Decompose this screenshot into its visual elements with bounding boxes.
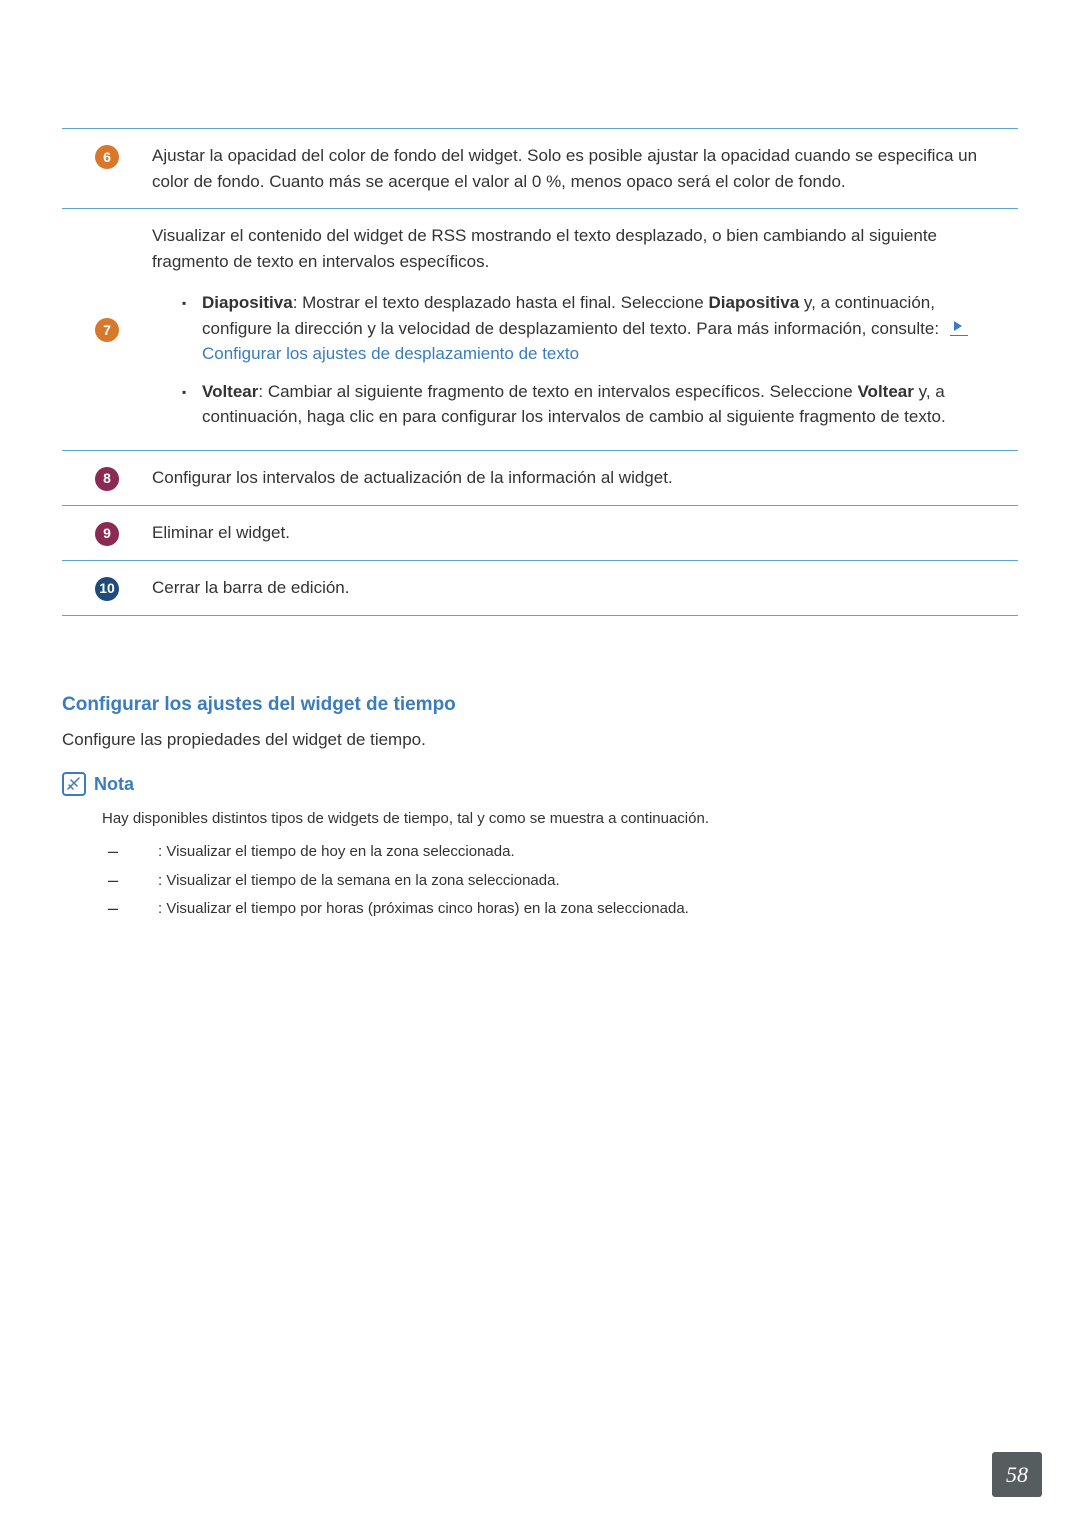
num-cell: 10	[62, 575, 152, 601]
sub-list: ▪ Diapositiva: Mostrar el texto desplaza…	[152, 284, 1008, 436]
sub-text: Voltear: Cambiar al siguiente fragmento …	[202, 379, 1008, 430]
note-body: Hay disponibles distintos tipos de widge…	[62, 808, 1018, 924]
note-intro: Hay disponibles distintos tipos de widge…	[102, 808, 1018, 831]
sub-bold: Diapositiva	[202, 293, 293, 312]
note-label: Nota	[94, 771, 134, 798]
list-item: – : Visualizar el tiempo de hoy en la zo…	[102, 838, 1018, 867]
sub-bold: Diapositiva	[709, 293, 800, 312]
dash-icon: –	[102, 870, 158, 893]
dash-icon: –	[102, 898, 158, 921]
link-text[interactable]: Configurar los ajustes de desplazamiento…	[202, 344, 579, 363]
table-row: 9 Eliminar el widget.	[62, 506, 1018, 561]
num-cell: 6	[62, 143, 152, 169]
num-cell: 9	[62, 520, 152, 546]
dash-icon: –	[102, 841, 158, 864]
list-item: – : Visualizar el tiempo de la semana en…	[102, 867, 1018, 896]
row-content: Visualizar el contenido del widget de RS…	[152, 223, 1018, 436]
sub-item: ▪ Diapositiva: Mostrar el texto desplaza…	[152, 284, 1008, 373]
note-item-text: : Visualizar el tiempo de la semana en l…	[158, 870, 1018, 893]
sub-item: ▪ Voltear: Cambiar al siguiente fragment…	[152, 373, 1008, 436]
bullet-icon: ▪	[182, 290, 202, 367]
note-item-text: : Visualizar el tiempo de hoy en la zona…	[158, 841, 1018, 864]
table-row: 8 Configurar los intervalos de actualiza…	[62, 451, 1018, 506]
row-content: Ajustar la opacidad del color de fondo d…	[152, 143, 1018, 194]
link-arrow-icon[interactable]	[950, 318, 968, 336]
sub-span: : Cambiar al siguiente fragmento de text…	[258, 382, 857, 401]
note-header: Nota	[62, 771, 1018, 798]
note-icon	[62, 772, 86, 796]
table-row: 10 Cerrar la barra de edición.	[62, 561, 1018, 616]
bullet-icon: ▪	[182, 379, 202, 430]
num-cell: 8	[62, 465, 152, 491]
num-badge-8: 8	[95, 467, 119, 491]
num-badge-9: 9	[95, 522, 119, 546]
table-row: 7 Visualizar el contenido del widget de …	[62, 209, 1018, 451]
row-content: Configurar los intervalos de actualizaci…	[152, 465, 1018, 491]
num-badge-10: 10	[95, 577, 119, 601]
section-subtitle: Configure las propiedades del widget de …	[62, 727, 1018, 753]
num-cell: 7	[62, 316, 152, 342]
num-badge-6: 6	[95, 145, 119, 169]
num-badge-7: 7	[95, 318, 119, 342]
sub-bold: Voltear	[857, 382, 913, 401]
sub-span: : Mostrar el texto desplazado hasta el f…	[293, 293, 709, 312]
section-title: Configurar los ajustes del widget de tie…	[62, 691, 1018, 720]
row-content: Cerrar la barra de edición.	[152, 575, 1018, 601]
table-row: 6 Ajustar la opacidad del color de fondo…	[62, 129, 1018, 209]
note-item-text: : Visualizar el tiempo por horas (próxim…	[158, 898, 1018, 921]
list-item: – : Visualizar el tiempo por horas (próx…	[102, 895, 1018, 924]
note-list: – : Visualizar el tiempo de hoy en la zo…	[102, 838, 1018, 924]
options-table: 6 Ajustar la opacidad del color de fondo…	[62, 128, 1018, 616]
note-box: Nota Hay disponibles distintos tipos de …	[62, 771, 1018, 924]
row-content: Eliminar el widget.	[152, 520, 1018, 546]
page-number: 58	[992, 1452, 1042, 1497]
row-intro: Visualizar el contenido del widget de RS…	[152, 223, 1008, 274]
sub-text: Diapositiva: Mostrar el texto desplazado…	[202, 290, 1008, 367]
sub-bold: Voltear	[202, 382, 258, 401]
